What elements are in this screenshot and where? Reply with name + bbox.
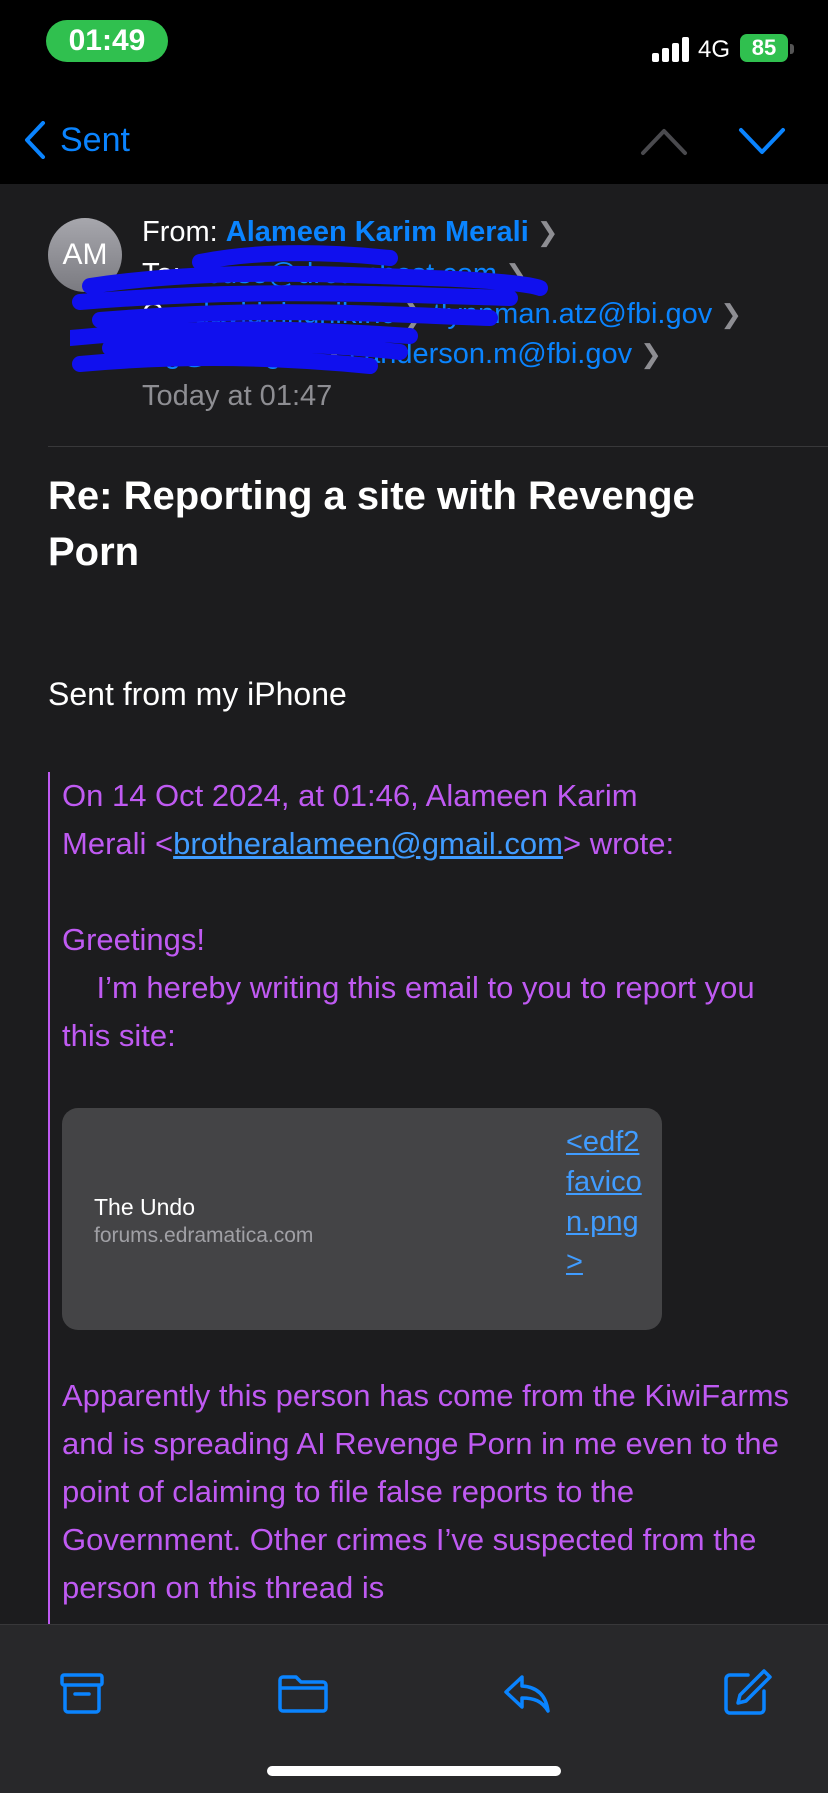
nav-bar: Sent <box>0 90 828 184</box>
signature: Sent from my iPhone <box>48 676 347 712</box>
folder-icon[interactable] <box>275 1665 331 1721</box>
message-date: Today at 01:47 <box>142 380 333 412</box>
compose-icon[interactable] <box>718 1665 774 1721</box>
network-type: 4G <box>698 36 731 63</box>
back-label: Sent <box>60 120 130 159</box>
next-message-icon[interactable] <box>738 126 786 156</box>
battery-icon: 85 <box>740 34 788 62</box>
email-link[interactable]: brotheralameen@gmail.com <box>173 826 563 861</box>
back-button[interactable]: Sent <box>24 120 130 160</box>
archive-icon[interactable] <box>54 1665 110 1721</box>
redaction-scribble <box>70 245 548 374</box>
chevron-right-icon: ❯ <box>640 339 662 369</box>
chevron-right-icon: ❯ <box>720 299 743 329</box>
battery-level: 85 <box>751 35 777 60</box>
home-indicator[interactable] <box>267 1766 561 1776</box>
link-preview-card[interactable]: The Undo forums.edramatica.com <edf2favi… <box>62 1108 662 1330</box>
quote-intro-line1: On 14 Oct 2024, at 01:46, Alameen Karim <box>62 778 638 813</box>
link-preview-domain: forums.edramatica.com <box>94 1224 314 1247</box>
status-bar: 01:49 4G 85 <box>0 0 828 90</box>
quoted-message: On 14 Oct 2024, at 01:46, Alameen Karim … <box>48 772 820 1624</box>
battery-cap <box>790 44 794 54</box>
quote-intro: On 14 Oct 2024, at 01:46, Alameen Karim … <box>62 772 802 868</box>
cellular-signal-icon <box>652 36 692 62</box>
header-divider <box>48 446 828 447</box>
quote-intro-line2b: > wrote: <box>563 826 675 861</box>
status-time: 01:49 <box>46 20 168 62</box>
link-preview-image-link[interactable]: <edf2favicon.png> <box>566 1122 646 1282</box>
chevron-left-icon <box>25 121 45 159</box>
previous-message-icon[interactable] <box>640 126 688 156</box>
quote-intro-line2a: Merali < <box>62 826 174 861</box>
greeting: Greetings! <box>62 922 206 957</box>
paragraph-2: Apparently this person has come from the… <box>62 1378 790 1605</box>
link-preview-title: The Undo <box>94 1194 196 1220</box>
paragraph-1: I’m hereby writing this email to you to … <box>62 970 764 1053</box>
subject: Re: Reporting a site with Revenge Porn <box>48 474 695 574</box>
reply-icon[interactable] <box>498 1665 554 1721</box>
